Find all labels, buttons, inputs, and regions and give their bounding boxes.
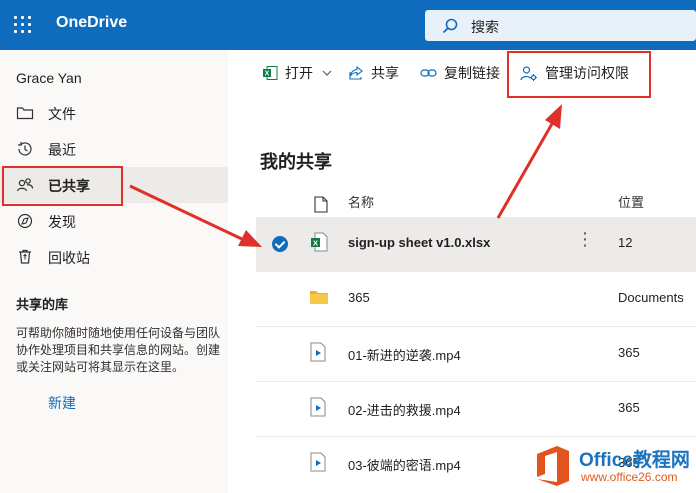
annotation-arrows [129, 104, 562, 247]
watermark-url: www.office26.com [581, 470, 678, 484]
arrow-to-file [129, 184, 262, 247]
office-logo [537, 446, 569, 486]
watermark: Office教程网 www.office26.com [529, 441, 696, 493]
arrow-to-manage-access [496, 104, 562, 219]
watermark-name: Office教程网 [579, 450, 690, 471]
